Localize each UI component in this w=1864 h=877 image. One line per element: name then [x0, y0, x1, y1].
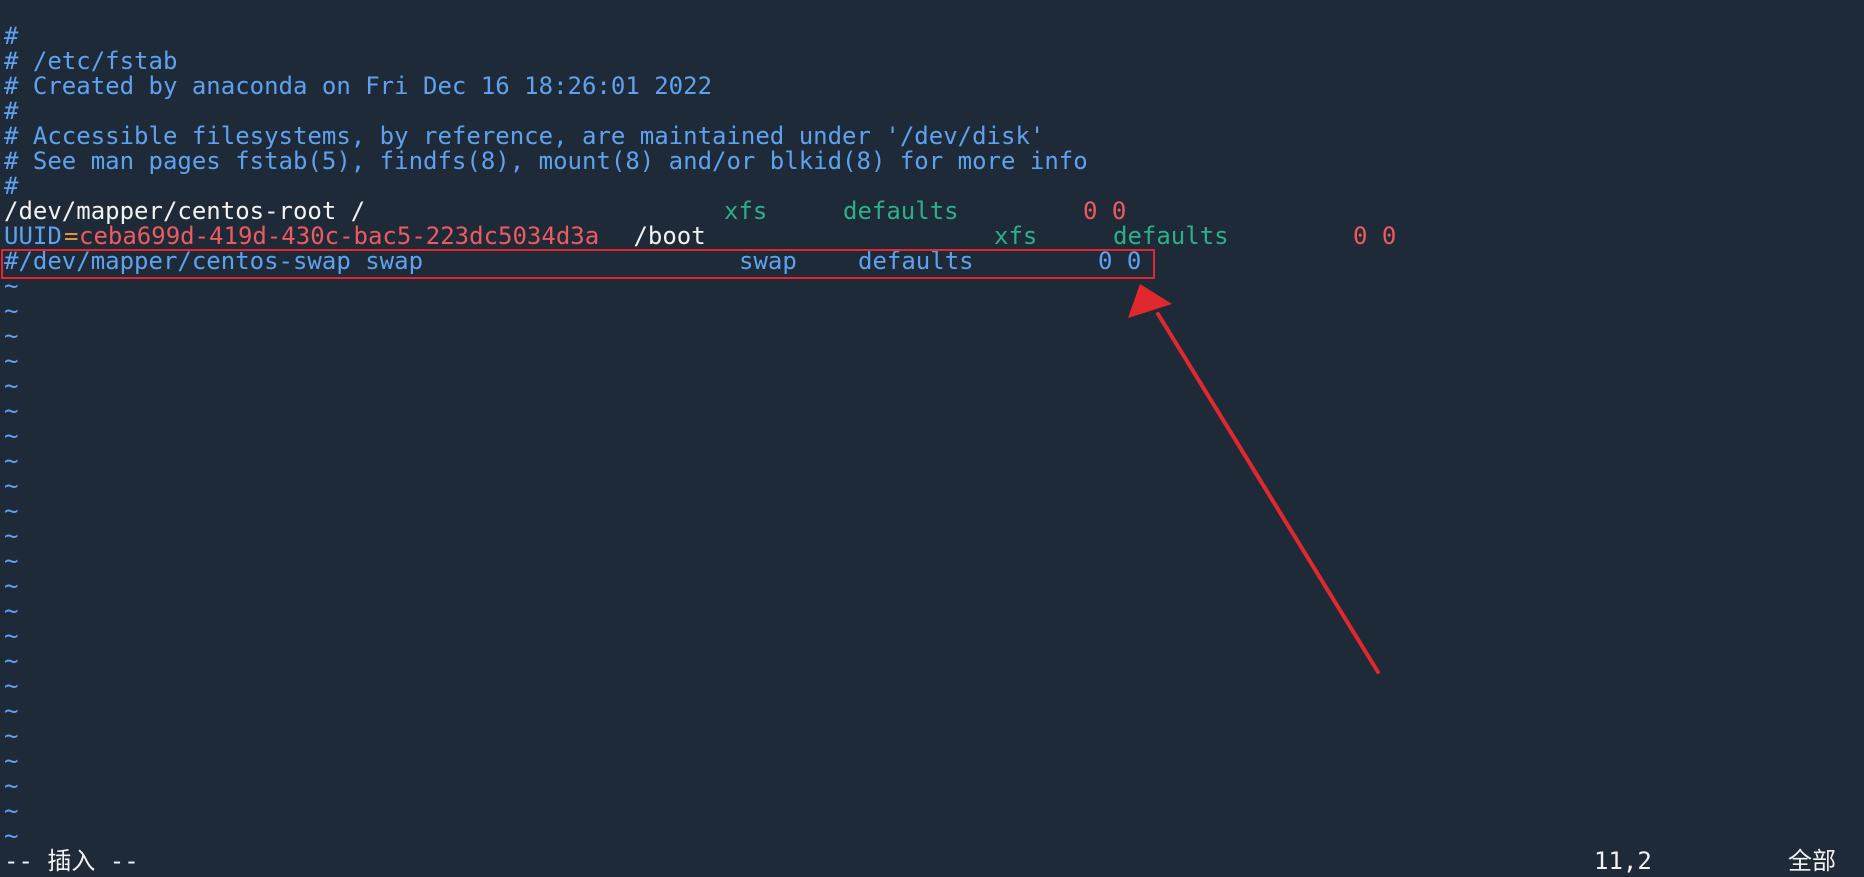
empty-line-marker: ~	[4, 622, 19, 650]
cursor-position: 11,2	[1594, 847, 1652, 875]
comment-line: #	[4, 97, 19, 125]
comment-line: # Accessible filesystems, by reference, …	[4, 122, 1045, 150]
comment-line: # See man pages fstab(5), findfs(8), mou…	[4, 147, 1088, 175]
fstab-root-entry: /dev/mapper/centos-root / xfs defaults 0…	[4, 199, 1204, 224]
vim-mode-indicator: -- 插入 --	[4, 847, 139, 875]
scroll-indicator: 全部	[1788, 847, 1836, 875]
boot-fstype: xfs	[994, 222, 1038, 250]
empty-line-marker: ~	[4, 472, 19, 500]
highlight-box-annotation	[1, 249, 1155, 279]
comment-line: # Created by anaconda on Fri Dec 16 18:2…	[4, 72, 713, 100]
uuid-equals: =	[64, 222, 79, 250]
root-dump-pass: 0 0	[1083, 197, 1127, 225]
empty-line-marker: ~	[4, 772, 19, 800]
empty-line-marker: ~	[4, 697, 19, 725]
empty-line-marker: ~	[4, 722, 19, 750]
boot-dump-pass: 0 0	[1353, 222, 1397, 250]
empty-line-marker: ~	[4, 297, 19, 325]
uuid-key: UUID	[4, 222, 62, 250]
root-device: /dev/mapper/centos-root /	[4, 197, 366, 225]
root-fstype: xfs	[724, 197, 768, 225]
empty-line-marker: ~	[4, 347, 19, 375]
empty-line-marker: ~	[4, 447, 19, 475]
empty-line-marker: ~	[4, 597, 19, 625]
empty-line-marker: ~	[4, 422, 19, 450]
empty-line-marker: ~	[4, 747, 19, 775]
empty-line-marker: ~	[4, 397, 19, 425]
empty-line-marker: ~	[4, 647, 19, 675]
empty-line-marker: ~	[4, 522, 19, 550]
boot-options: defaults	[1113, 222, 1229, 250]
empty-line-marker: ~	[4, 497, 19, 525]
empty-line-marker: ~	[4, 372, 19, 400]
comment-line: #	[4, 22, 19, 50]
empty-line-marker: ~	[4, 822, 19, 850]
empty-line-marker: ~	[4, 547, 19, 575]
empty-line-marker: ~	[4, 322, 19, 350]
empty-line-marker: ~	[4, 572, 19, 600]
root-options: defaults	[843, 197, 959, 225]
comment-line: # /etc/fstab	[4, 47, 178, 75]
empty-line-marker: ~	[4, 672, 19, 700]
uuid-value: ceba699d-419d-430c-bac5-223dc5034d3a	[79, 222, 600, 250]
empty-line-marker: ~	[4, 797, 19, 825]
boot-mount-point: /boot	[619, 222, 706, 250]
fstab-boot-entry: UUID = ceba699d-419d-430c-bac5-223dc5034…	[4, 224, 1454, 249]
comment-line: #	[4, 172, 19, 200]
